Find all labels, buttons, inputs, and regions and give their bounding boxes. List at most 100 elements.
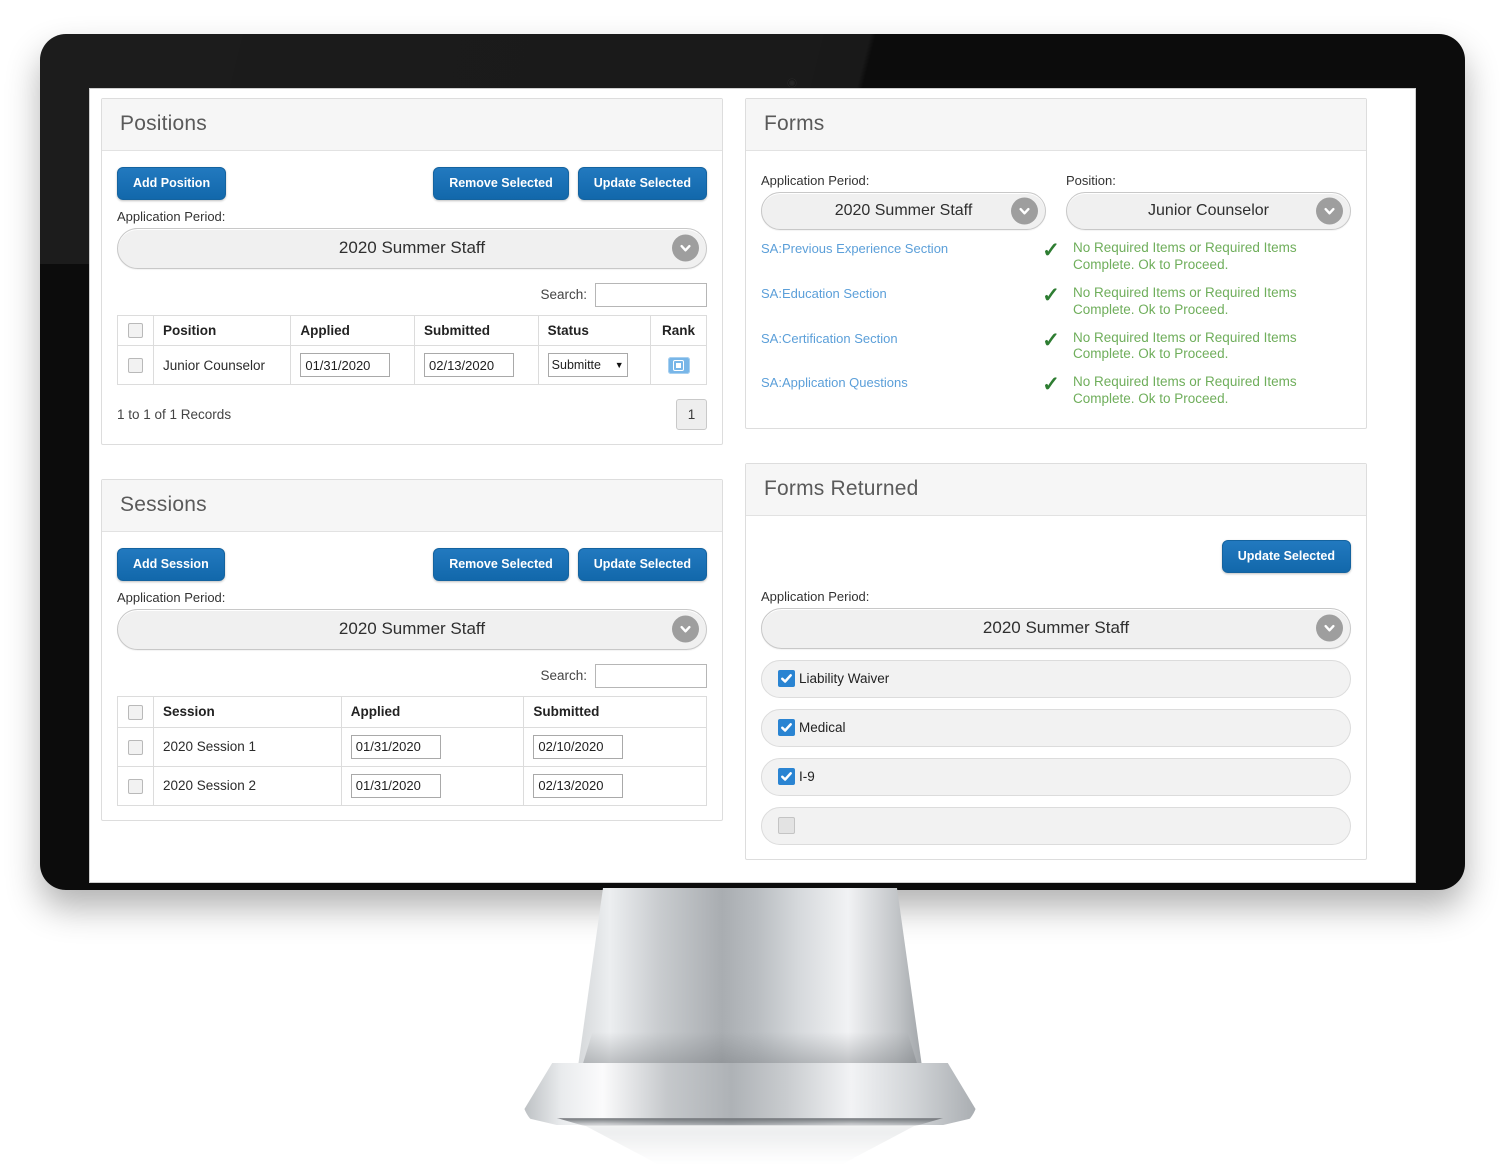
forms-returned-panel-body: Update Selected Application Period: 2020…	[746, 516, 1366, 859]
sessions-col-session: Session	[153, 695, 342, 728]
positions-applied-date-input[interactable]	[300, 353, 391, 378]
sessions-cell-session: 2020 Session 2	[153, 765, 342, 806]
forms-returned-checkbox[interactable]	[778, 719, 795, 736]
positions-application-period-label: Application Period:	[117, 208, 226, 224]
sessions-applied-date-input[interactable]	[350, 773, 441, 798]
positions-cell-submitted	[414, 345, 539, 386]
check-icon: ✓	[1042, 373, 1060, 397]
sessions-search-row: Search:	[117, 663, 707, 688]
positions-select-all-header	[117, 314, 154, 347]
forms-section-status: No Required Items or Required Items Comp…	[1073, 374, 1297, 407]
list-item[interactable]: Liability Waiver	[761, 659, 1351, 698]
sessions-cell-submitted	[523, 726, 707, 767]
sessions-table-head: Session Applied Submitted	[117, 695, 707, 728]
positions-application-period-value: 2020 Summer Staff	[338, 238, 486, 257]
positions-search-label: Search:	[540, 287, 587, 302]
positions-status-value: Submitte	[551, 358, 601, 373]
positions-col-rank: Rank	[650, 314, 707, 347]
forms-returned-list: Liability Waiver Medical I-9	[761, 659, 1351, 845]
positions-panel: Positions Add Position Remove Selected U…	[101, 98, 723, 446]
positions-table-head: Position Applied Submitted Status Rank	[117, 314, 707, 347]
positions-remove-selected-button[interactable]: Remove Selected	[433, 167, 569, 200]
sessions-row-checkbox[interactable]	[128, 739, 143, 755]
positions-table-footer: 1 to 1 of 1 Records 1	[117, 385, 707, 431]
monitor-screen: Positions Add Position Remove Selected U…	[89, 88, 1416, 883]
list-item[interactable]: Medical	[761, 708, 1351, 747]
sessions-select-all-checkbox[interactable]	[128, 704, 143, 720]
sessions-search-input[interactable]	[595, 663, 707, 688]
positions-search-input[interactable]	[595, 282, 707, 307]
positions-row-select-cell	[117, 345, 154, 386]
monitor-stand-base	[520, 1063, 980, 1125]
sessions-row-checkbox[interactable]	[128, 778, 143, 794]
list-item[interactable]: I-9	[761, 757, 1351, 796]
forms-application-period-label: Application Period:	[761, 173, 870, 188]
sessions-cell-applied	[340, 765, 525, 806]
sessions-submitted-date-input[interactable]	[533, 773, 624, 798]
positions-submitted-date-input[interactable]	[424, 353, 514, 378]
table-row: Junior Counselor 01/31/2020 02/13/2020 S…	[117, 345, 707, 386]
table-row: 2020 Session 1	[117, 726, 707, 767]
forms-returned-toolbar: Update Selected	[761, 540, 1351, 573]
sessions-panel: Sessions Add Session Remove Selected Upd…	[101, 479, 723, 821]
positions-update-selected-button[interactable]: Update Selected	[577, 167, 707, 200]
monitor-stand-reflection	[582, 1124, 918, 1164]
sessions-update-selected-button[interactable]: Update Selected	[577, 548, 707, 581]
screen-viewport: Positions Add Position Remove Selected U…	[91, 90, 1415, 882]
positions-col-submitted: Submitted	[414, 314, 539, 347]
forms-returned-checkbox[interactable]	[778, 768, 795, 785]
forms-section-link[interactable]: SA:Certification Section	[761, 330, 1029, 346]
webcam-icon	[788, 79, 796, 87]
forms-position-group: Position: Junior Counselor	[1066, 173, 1351, 230]
forms-section-link[interactable]: SA:Education Section	[761, 285, 1029, 301]
forms-section-link[interactable]: SA:Application Questions	[761, 374, 1029, 390]
sessions-remove-selected-button[interactable]: Remove Selected	[433, 548, 569, 581]
id-card-icon[interactable]	[667, 356, 690, 374]
forms-returned-application-period-select[interactable]: 2020 Summer Staff	[761, 607, 1351, 649]
forms-section-status: No Required Items or Required Items Comp…	[1073, 329, 1297, 362]
positions-panel-title: Positions	[102, 99, 722, 151]
add-position-button[interactable]: Add Position	[117, 167, 227, 200]
sessions-application-period-select[interactable]: 2020 Summer Staff	[117, 608, 707, 650]
chevron-down-icon	[672, 234, 699, 262]
positions-header-row: Position Applied Submitted Status Rank	[117, 314, 707, 347]
forms-returned-item-label: Liability Waiver	[799, 671, 890, 686]
sessions-submitted-date-input[interactable]	[533, 734, 624, 759]
forms-returned-checkbox[interactable]	[778, 817, 795, 834]
sessions-application-period-value: 2020 Summer Staff	[338, 619, 486, 639]
forms-section-status: No Required Items or Required Items Comp…	[1073, 240, 1297, 272]
sessions-cell-submitted	[523, 765, 707, 806]
list-item: SA:Previous Experience Section ✓ No Requ…	[761, 235, 1351, 280]
sessions-panel-body: Add Session Remove Selected Update Selec…	[102, 532, 722, 819]
forms-returned-item-label: I-9	[799, 769, 815, 784]
positions-application-period-select[interactable]: 2020 Summer Staff	[117, 227, 707, 269]
forms-sections-list: SA:Previous Experience Section ✓ No Requ…	[761, 235, 1351, 414]
forms-returned-panel-title: Forms Returned	[746, 464, 1366, 516]
sessions-table: Session Applied Submitted 2020 Session 1…	[117, 695, 707, 806]
forms-position-value: Junior Counselor	[1148, 202, 1269, 219]
positions-row-checkbox[interactable]	[128, 358, 143, 374]
forms-returned-checkbox[interactable]	[778, 670, 795, 687]
chevron-down-icon	[1011, 197, 1038, 225]
check-icon: ✓	[1042, 283, 1060, 307]
sessions-application-period-label: Application Period:	[117, 589, 226, 605]
monitor-bezel: Positions Add Position Remove Selected U…	[40, 34, 1465, 890]
forms-returned-update-selected-button[interactable]: Update Selected	[1221, 540, 1351, 573]
forms-position-select[interactable]: Junior Counselor	[1066, 192, 1351, 230]
chevron-down-icon	[672, 615, 699, 643]
right-column: Forms Application Period: 2020 Summer St…	[745, 98, 1367, 882]
forms-section-status: No Required Items or Required Items Comp…	[1073, 284, 1297, 317]
add-session-button[interactable]: Add Session	[117, 548, 225, 581]
forms-section-link[interactable]: SA:Previous Experience Section	[761, 240, 1029, 256]
positions-page-button-1[interactable]: 1	[676, 399, 707, 431]
sessions-applied-date-input[interactable]	[350, 734, 441, 759]
forms-application-period-select[interactable]: 2020 Summer Staff	[761, 192, 1046, 230]
list-item: SA:Application Questions ✓ No Required I…	[761, 369, 1351, 414]
list-item[interactable]	[761, 806, 1351, 845]
positions-select-all-checkbox[interactable]	[128, 323, 143, 339]
sessions-cell-session: 2020 Session 1	[153, 726, 342, 767]
sessions-header-row: Session Applied Submitted	[117, 695, 707, 728]
positions-cell-rank	[650, 345, 707, 386]
positions-cell-position: Junior Counselor	[152, 345, 292, 386]
positions-status-select[interactable]: Submitte ▼	[547, 353, 628, 378]
